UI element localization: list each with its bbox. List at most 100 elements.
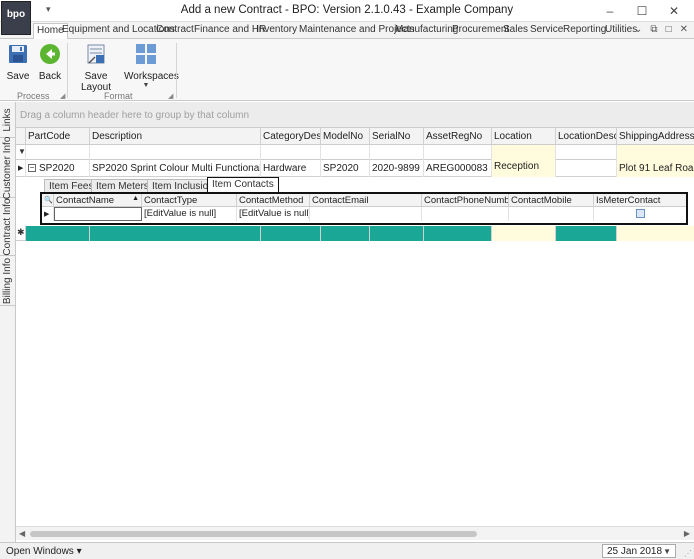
tab-item-meters[interactable]: Item Meters [91, 179, 154, 193]
cell-categorydesc[interactable]: Hardware [261, 160, 321, 177]
new-item-row[interactable]: ✱ [16, 226, 694, 241]
filter-cell-shippingaddress[interactable] [617, 145, 694, 160]
scroll-right-icon[interactable]: ▶ [684, 529, 690, 538]
column-header-contactmobile[interactable]: ContactMobile [509, 194, 594, 207]
new-cell-assetregno[interactable] [424, 226, 492, 241]
new-cell-serialno[interactable] [370, 226, 424, 241]
open-windows-button[interactable]: Open Windows ▾ [6, 546, 82, 557]
column-header-contactmethod[interactable]: ContactMethod [237, 194, 310, 207]
partcode-value: SP2020 [39, 163, 75, 174]
filter-cell-categorydesc[interactable] [261, 145, 321, 160]
side-tab-customer-info[interactable]: Customer Info [0, 136, 16, 199]
tab-item-contacts[interactable]: Item Contacts [207, 177, 279, 193]
column-header-location[interactable]: Location [492, 128, 556, 145]
format-group-launcher-icon[interactable]: ◢ [168, 92, 173, 100]
column-header-modelno[interactable]: ModelNo [321, 128, 370, 145]
cell-contactphonenumber[interactable] [422, 207, 509, 221]
side-tab-label: Links [2, 107, 13, 132]
cell-contactname[interactable] [54, 207, 142, 221]
tab-manufacturing[interactable]: Manufacturing [395, 24, 458, 35]
table-row[interactable]: ▶ − SP2020 SP2020 Sprint Colour Multi Fun… [16, 160, 694, 177]
column-header-description[interactable]: Description [90, 128, 261, 145]
ismetercontact-checkbox[interactable] [635, 209, 645, 218]
detail-header-row: 🔍 ContactName ▲ ContactType ContactMethod… [42, 194, 686, 207]
column-header-contactname[interactable]: ContactName ▲ [54, 194, 142, 207]
filter-cell-assetregno[interactable] [424, 145, 492, 160]
save-layout-button[interactable]: Save Layout [73, 43, 119, 93]
maximize-button[interactable]: ☐ [626, 2, 658, 20]
column-header-contactemail[interactable]: ContactEmail [310, 194, 422, 207]
cell-shippingaddress[interactable]: Plot 91 Leaf Road, Fo [617, 160, 694, 177]
side-tab-contract-info[interactable]: Contract Info [0, 198, 16, 256]
column-header-ismetercontact[interactable]: IsMeterContact [594, 194, 686, 207]
cell-locationdesc[interactable] [556, 160, 617, 177]
ribbon-collapse-icon[interactable]: ⌄ [634, 24, 642, 35]
filter-cell-modelno[interactable] [321, 145, 370, 160]
tab-contract[interactable]: Contract [156, 24, 194, 35]
mdi-maximize-icon[interactable]: □ [666, 24, 672, 35]
new-cell-categorydesc[interactable] [261, 226, 321, 241]
new-cell-description[interactable] [90, 226, 261, 241]
column-header-serialno[interactable]: SerialNo [370, 128, 424, 145]
table-row[interactable]: ▶ [EditValue is null] [EditValue is null… [42, 207, 686, 221]
cell-contactemail[interactable] [310, 207, 422, 221]
column-header-categorydesc[interactable]: CategoryDesc [261, 128, 321, 145]
scrollbar-thumb[interactable] [30, 531, 477, 537]
cell-serialno[interactable]: 2020-9899 [370, 160, 424, 177]
column-header-locationdesc[interactable]: LocationDesc [556, 128, 617, 145]
tab-service[interactable]: Service [530, 24, 563, 35]
cell-modelno[interactable]: SP2020 [321, 160, 370, 177]
close-button[interactable]: ✕ [658, 2, 690, 20]
filter-cell-serialno[interactable] [370, 145, 424, 160]
workspaces-label: Workspaces [124, 71, 179, 82]
resize-grip-icon[interactable]: ⋰ [684, 549, 692, 558]
tab-reporting[interactable]: Reporting [563, 24, 606, 35]
cell-description[interactable]: SP2020 Sprint Colour Multi Functional Co… [90, 160, 261, 177]
detail-search-icon[interactable]: 🔍 [42, 194, 54, 207]
save-button[interactable]: Save [6, 43, 30, 82]
new-cell-modelno[interactable] [321, 226, 370, 241]
cell-assetregno[interactable]: AREG000083 [424, 160, 492, 177]
filter-cell-description[interactable] [90, 145, 261, 160]
new-cell-locationdesc[interactable] [556, 226, 617, 241]
cell-partcode[interactable]: − SP2020 [26, 160, 90, 177]
filter-cell-partcode[interactable] [26, 145, 90, 160]
column-header-contacttype[interactable]: ContactType [142, 194, 237, 207]
ribbon-body: Save Back Process ◢ Save Layout Workspac… [0, 39, 694, 101]
app-logo[interactable]: bpo [1, 1, 31, 35]
cell-location[interactable]: Reception [492, 160, 556, 177]
tab-procurement[interactable]: Procurement [452, 24, 509, 35]
row-indicator-icon: ▶ [42, 207, 54, 221]
workspaces-button[interactable]: Workspaces ▼ [124, 43, 179, 89]
filter-cell-location[interactable] [492, 145, 556, 160]
column-header-contactphonenumber[interactable]: ContactPhoneNumber [422, 194, 509, 207]
new-cell-location[interactable] [492, 226, 556, 241]
back-button[interactable]: Back [38, 43, 62, 82]
tab-utilities[interactable]: Utilities [605, 24, 637, 35]
side-tab-links[interactable]: Links [0, 102, 16, 138]
filter-cell-locationdesc[interactable] [556, 145, 617, 160]
cell-contacttype[interactable]: [EditValue is null] [142, 207, 237, 221]
window-title: Add a new Contract - BPO: Version 2.1.0.… [180, 4, 514, 16]
column-header-assetregno[interactable]: AssetRegNo [424, 128, 492, 145]
expand-collapse-icon[interactable]: − [28, 164, 36, 173]
new-cell-partcode[interactable] [26, 226, 90, 241]
minimize-button[interactable]: – [594, 2, 626, 20]
date-dropdown-icon[interactable]: ▼ [663, 547, 671, 556]
column-header-partcode[interactable]: PartCode [26, 128, 90, 145]
group-by-panel[interactable]: Drag a column header here to group by th… [16, 102, 694, 128]
mdi-close-icon[interactable]: ✕ [680, 24, 688, 35]
column-header-shippingaddress[interactable]: ShippingAddress [617, 128, 694, 145]
tab-sales[interactable]: Sales [503, 24, 528, 35]
process-group-launcher-icon[interactable]: ◢ [60, 92, 65, 100]
horizontal-scrollbar[interactable]: ◀ ▶ [16, 526, 694, 540]
date-field[interactable]: 25 Jan 2018 ▼ [602, 544, 676, 558]
tab-inventory[interactable]: Inventory [256, 24, 297, 35]
side-tab-billing-info[interactable]: Billing Info [0, 256, 16, 306]
cell-ismetercontact[interactable] [594, 207, 686, 221]
mdi-restore-icon[interactable]: ⧉ [650, 24, 657, 35]
cell-contactmethod[interactable]: [EditValue is null] [237, 207, 310, 221]
new-cell-shippingaddress[interactable] [617, 226, 694, 241]
scroll-left-icon[interactable]: ◀ [19, 529, 25, 538]
cell-contactmobile[interactable] [509, 207, 594, 221]
